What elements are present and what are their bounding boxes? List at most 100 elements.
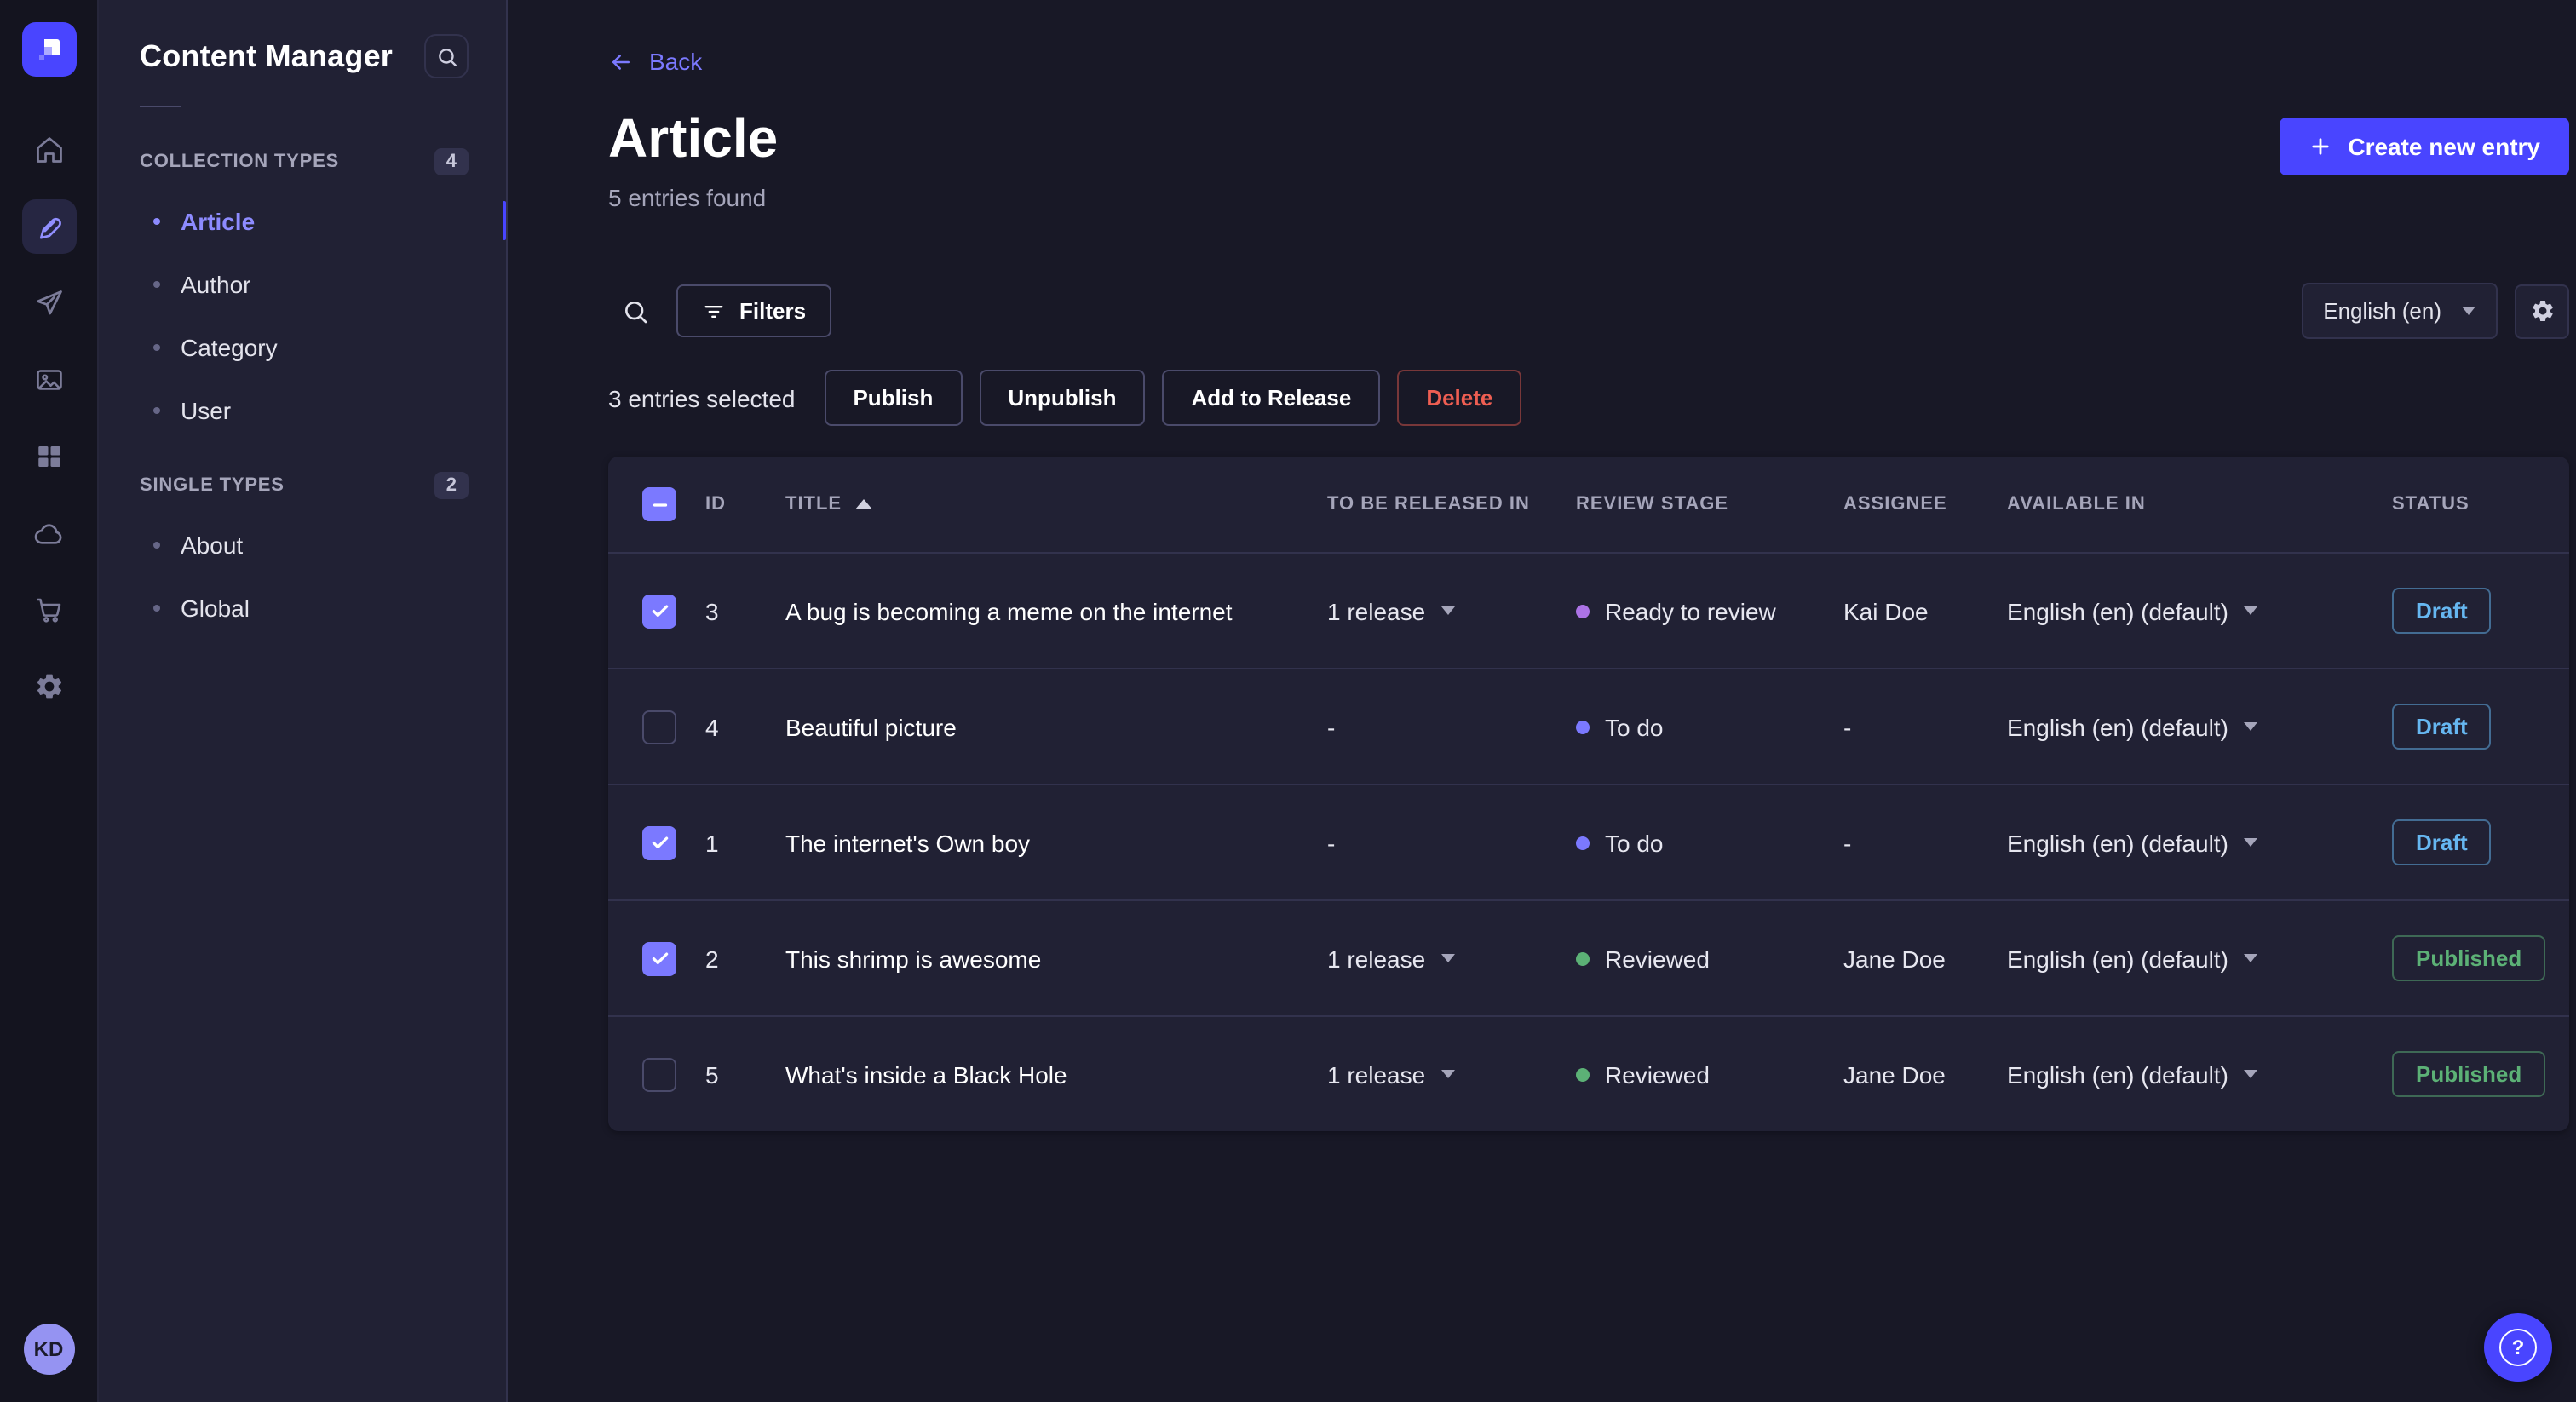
bullet-icon	[153, 343, 160, 350]
stage-dot-icon	[1576, 604, 1590, 618]
section-count-badge: 4	[434, 148, 469, 175]
cell-release[interactable]: 1 release	[1327, 1060, 1576, 1088]
column-header-assignee[interactable]: ASSIGNEE	[1843, 494, 2007, 514]
sidebar-item-label: User	[181, 396, 232, 423]
cell-review-stage: Reviewed	[1576, 1060, 1843, 1088]
content-manager-sidebar: Content Manager COLLECTION TYPES 4 Artic…	[99, 0, 508, 1402]
status-badge: Published	[2392, 1051, 2546, 1098]
row-checkbox[interactable]	[642, 710, 676, 744]
filters-button[interactable]: Filters	[676, 284, 832, 338]
cell-review-stage: Ready to review	[1576, 597, 1843, 624]
cell-available-in[interactable]: English (en) (default)	[2007, 829, 2392, 856]
layout-grid-icon[interactable]	[21, 429, 76, 484]
table-row[interactable]: 2 This shrimp is awesome 1 release Revie…	[608, 899, 2569, 1015]
help-button[interactable]: ?	[2484, 1313, 2552, 1382]
table-row[interactable]: 1 The internet's Own boy - To do - Engli…	[608, 784, 2569, 899]
cell-assignee: Kai Doe	[1843, 597, 1929, 625]
sidebar-search-button[interactable]	[424, 34, 469, 78]
select-all-checkbox[interactable]	[642, 487, 676, 522]
row-checkbox[interactable]	[642, 941, 676, 976]
column-header-review-stage[interactable]: REVIEW STAGE	[1576, 494, 1843, 514]
filter-icon	[704, 305, 723, 318]
cloud-icon[interactable]	[21, 506, 76, 560]
chevron-down-icon	[2462, 307, 2475, 316]
stage-dot-icon	[1576, 1067, 1590, 1082]
row-checkbox[interactable]	[642, 825, 676, 860]
cell-title: Beautiful picture	[785, 713, 957, 741]
cell-status: Published	[2392, 1051, 2569, 1098]
table-row[interactable]: 4 Beautiful picture - To do - English (e…	[608, 668, 2569, 784]
cart-icon[interactable]	[21, 583, 76, 637]
cell-review-stage: To do	[1576, 829, 1843, 856]
cell-status: Draft	[2392, 588, 2569, 635]
search-button[interactable]	[608, 284, 663, 338]
media-library-icon[interactable]	[21, 353, 76, 407]
content-manager-icon[interactable]	[21, 199, 76, 254]
entries-count: 5 entries found	[608, 184, 767, 212]
main-nav-items	[21, 123, 76, 714]
delete-button[interactable]: Delete	[1397, 370, 1522, 427]
home-icon[interactable]	[21, 123, 76, 177]
chevron-down-icon	[1440, 954, 1455, 963]
cell-release[interactable]: -	[1327, 713, 1576, 740]
page-title: Article	[608, 106, 779, 168]
cell-status: Published	[2392, 935, 2569, 982]
selection-summary: 3 entries selected	[608, 384, 796, 412]
cell-assignee: Jane Doe	[1843, 945, 1946, 973]
column-header-id[interactable]: ID	[705, 494, 785, 514]
column-header-release[interactable]: TO BE RELEASED IN	[1327, 494, 1576, 514]
unpublish-button[interactable]: Unpublish	[979, 370, 1146, 427]
status-badge: Published	[2392, 935, 2546, 982]
table-row[interactable]: 5 What's inside a Black Hole 1 release R…	[608, 1015, 2569, 1131]
arrow-left-icon	[612, 54, 630, 69]
table-header: ID TITLE TO BE RELEASED IN REVIEW STAGE …	[608, 457, 2569, 552]
sidebar-item-label: Article	[181, 207, 256, 234]
row-checkbox[interactable]	[642, 594, 676, 629]
column-header-available-in[interactable]: AVAILABLE IN	[2007, 494, 2392, 514]
user-avatar[interactable]: KD	[23, 1324, 74, 1375]
plus-icon	[2312, 137, 2329, 154]
row-checkbox[interactable]	[642, 1057, 676, 1092]
cell-release[interactable]: 1 release	[1327, 945, 1576, 972]
sidebar-item-global[interactable]: Global	[99, 576, 506, 639]
sidebar-item-category[interactable]: Category	[99, 315, 506, 378]
bullet-icon	[153, 280, 160, 287]
column-header-title[interactable]: TITLE	[785, 494, 1327, 514]
sort-ascending-icon	[855, 499, 873, 510]
sidebar-item-user[interactable]: User	[99, 378, 506, 441]
cell-available-in[interactable]: English (en) (default)	[2007, 597, 2392, 624]
sidebar-item-label: Author	[181, 270, 251, 297]
table-row[interactable]: 3 A bug is becoming a meme on the intern…	[608, 552, 2569, 668]
gear-icon[interactable]	[21, 659, 76, 714]
cell-title: The internet's Own boy	[785, 829, 1031, 857]
cell-release[interactable]: 1 release	[1327, 597, 1576, 624]
cell-available-in[interactable]: English (en) (default)	[2007, 713, 2392, 740]
bullet-icon	[153, 406, 160, 413]
column-header-status[interactable]: STATUS	[2392, 494, 2569, 514]
cell-available-in[interactable]: English (en) (default)	[2007, 1060, 2392, 1088]
view-settings-button[interactable]	[2515, 284, 2569, 339]
sidebar-item-about[interactable]: About	[99, 513, 506, 576]
publish-button[interactable]: Publish	[824, 370, 963, 427]
section-single-types: SINGLE TYPES 2 About Global	[99, 472, 506, 639]
create-new-entry-button[interactable]: Create new entry	[2280, 117, 2569, 175]
back-link[interactable]: Back	[608, 48, 702, 75]
add-to-release-button[interactable]: Add to Release	[1162, 370, 1381, 427]
chevron-down-icon	[1440, 1070, 1455, 1079]
entries-table: ID TITLE TO BE RELEASED IN REVIEW STAGE …	[608, 457, 2569, 1132]
paper-plane-icon[interactable]	[21, 276, 76, 330]
sidebar-item-article[interactable]: Article	[99, 189, 506, 252]
cell-title: What's inside a Black Hole	[785, 1060, 1067, 1089]
locale-select[interactable]: English (en)	[2301, 283, 2498, 340]
sidebar-item-author[interactable]: Author	[99, 252, 506, 315]
cell-available-in[interactable]: English (en) (default)	[2007, 945, 2392, 972]
gear-icon	[2532, 301, 2552, 322]
bullet-icon	[153, 541, 160, 548]
section-label: COLLECTION TYPES	[140, 152, 340, 172]
section-count-badge: 2	[434, 472, 469, 499]
cell-release[interactable]: -	[1327, 829, 1576, 856]
cell-title: A bug is becoming a meme on the internet	[785, 597, 1233, 625]
strapi-logo[interactable]	[21, 22, 76, 77]
sidebar-item-label: Category	[181, 333, 278, 360]
sidebar-item-label: About	[181, 531, 244, 558]
